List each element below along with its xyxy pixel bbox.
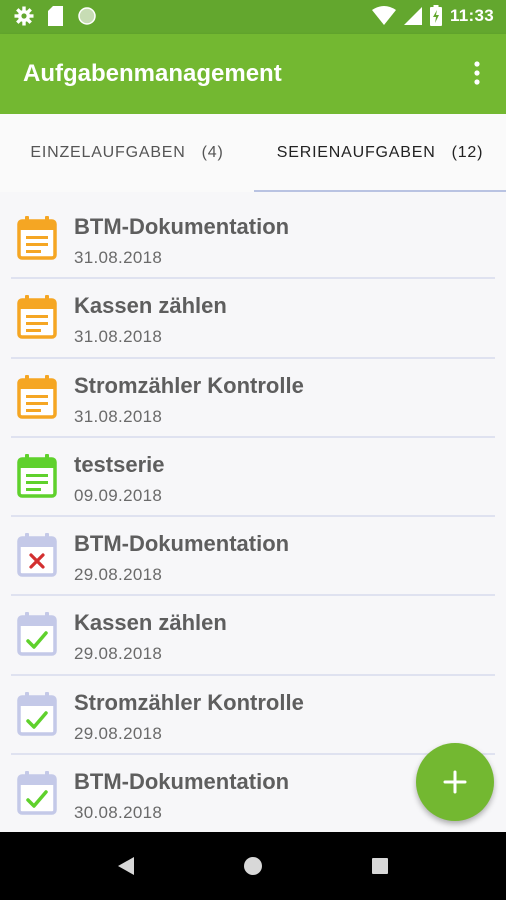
recents-icon[interactable] bbox=[371, 857, 389, 875]
battery-charging-icon bbox=[429, 5, 442, 26]
tab-bar: EINZELAUFGABEN (4) SERIENAUFGABEN (12) bbox=[0, 114, 506, 192]
task-item[interactable]: Kassen zählen 31.08.2018 bbox=[11, 279, 495, 359]
calendar-x-icon bbox=[17, 533, 57, 577]
task-date: 31.08.2018 bbox=[74, 248, 163, 267]
task-title: BTM-Dokumentation bbox=[74, 769, 290, 795]
task-title: testserie bbox=[74, 451, 165, 477]
calendar-check-icon bbox=[17, 771, 57, 815]
tab-label: SERIENAUFGABEN bbox=[276, 144, 436, 161]
sd-card-icon bbox=[48, 6, 63, 26]
calendar-notes-icon bbox=[17, 374, 57, 419]
tab-einzelaufgaben[interactable]: EINZELAUFGABEN (4) bbox=[0, 114, 254, 192]
task-title: Kassen zählen bbox=[74, 293, 227, 319]
task-date: 31.08.2018 bbox=[74, 327, 163, 347]
app-bar: Aufgabenmanagement bbox=[0, 34, 506, 114]
task-date: 29.08.2018 bbox=[74, 644, 163, 664]
tab-indicator bbox=[254, 190, 506, 192]
add-task-button[interactable] bbox=[416, 743, 494, 821]
calendar-notes-icon bbox=[17, 295, 57, 340]
calendar-check-icon bbox=[17, 612, 57, 657]
task-item[interactable]: Stromzähler Kontrolle 31.08.2018 bbox=[11, 359, 495, 438]
task-date: 30.08.2018 bbox=[74, 803, 163, 823]
task-list: BTM-Dokumentation 31.08.2018 Kassen zähl… bbox=[0, 200, 506, 834]
task-title: Kassen zählen bbox=[74, 610, 227, 636]
task-date: 09.09.2018 bbox=[74, 485, 163, 505]
status-time: 11:33 bbox=[449, 5, 494, 25]
back-icon[interactable] bbox=[116, 856, 136, 876]
task-date: 29.08.2018 bbox=[74, 723, 163, 743]
calendar-notes-icon bbox=[17, 453, 57, 498]
tab-label: EINZELAUFGABEN bbox=[30, 144, 186, 161]
plus-icon bbox=[443, 770, 467, 794]
status-bar: 11:33 bbox=[0, 0, 506, 34]
tab-count: (4) bbox=[201, 144, 224, 161]
tab-count: (12) bbox=[451, 144, 484, 161]
home-icon[interactable] bbox=[243, 856, 263, 876]
circle-icon bbox=[78, 7, 96, 25]
wifi-icon bbox=[371, 5, 396, 25]
task-title: Stromzähler Kontrolle bbox=[74, 689, 304, 715]
tab-serienaufgaben[interactable]: SERIENAUFGABEN (12) bbox=[254, 114, 506, 192]
system-nav-bar bbox=[0, 832, 506, 900]
task-item[interactable]: Kassen zählen 29.08.2018 bbox=[11, 596, 495, 676]
task-item[interactable]: testserie 09.09.2018 bbox=[11, 438, 495, 518]
task-item[interactable]: BTM-Dokumentation 31.08.2018 bbox=[11, 200, 495, 280]
calendar-check-icon bbox=[17, 691, 57, 736]
signal-icon bbox=[403, 6, 422, 25]
app-title: Aufgabenmanagement bbox=[23, 60, 282, 87]
overflow-menu-icon[interactable] bbox=[470, 60, 484, 88]
gear-icon bbox=[14, 6, 34, 26]
task-title: Stromzähler Kontrolle bbox=[74, 372, 304, 398]
task-title: BTM-Dokumentation bbox=[74, 214, 290, 239]
task-title: BTM-Dokumentation bbox=[74, 531, 290, 557]
task-item[interactable]: BTM-Dokumentation 29.08.2018 bbox=[11, 517, 495, 597]
task-date: 29.08.2018 bbox=[74, 565, 163, 585]
calendar-notes-icon bbox=[17, 216, 57, 260]
task-date: 31.08.2018 bbox=[74, 406, 163, 426]
